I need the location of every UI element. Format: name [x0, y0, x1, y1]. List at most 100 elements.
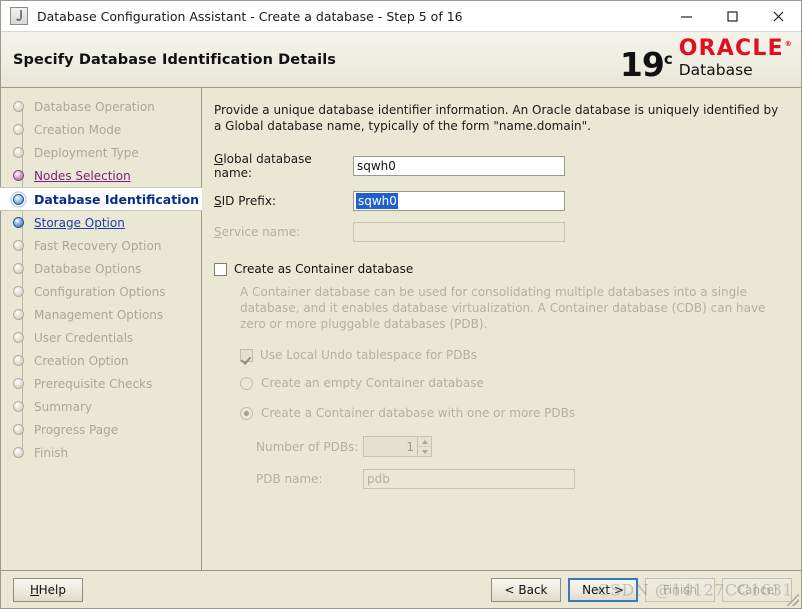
step-dot-icon [13, 309, 24, 320]
create-container-db-with-pdbs-radio [240, 406, 253, 420]
step-dot-icon [13, 240, 24, 251]
next-button-label: Next > [582, 582, 624, 597]
step-dot-icon [13, 286, 24, 297]
global-db-name-row: Global database name: [214, 152, 791, 180]
use-local-undo-label: Use Local Undo tablespace for PDBs [260, 348, 477, 362]
sidebar-item-label: User Credentials [34, 330, 134, 345]
sidebar-item-finish: Finish [1, 441, 201, 464]
sid-prefix-label: SID Prefix: [214, 194, 276, 208]
next-button[interactable]: Next > [568, 577, 638, 602]
use-local-undo-row: Use Local Undo tablespace for PDBs [240, 348, 791, 362]
sidebar-item-label: Database Identification [34, 191, 199, 207]
spinner-up-icon [418, 437, 431, 447]
wizard-step-list: Database Operation Creation Mode Deploym… [0, 88, 202, 570]
service-name-input [353, 222, 565, 242]
service-name-label-text: ervice name: [221, 225, 301, 239]
step-dot-icon [13, 378, 24, 389]
step-dot-icon [13, 147, 24, 158]
create-as-container-db-label: Create as Container database [234, 262, 414, 276]
help-button[interactable]: H Help [13, 577, 83, 602]
sidebar-item-label: Creation Mode [34, 122, 122, 137]
intro-description: Provide a unique database identifier inf… [214, 103, 779, 133]
oracle-wordmark: ORACLE [679, 37, 793, 60]
sidebar-item-database-options: Database Options [1, 257, 201, 280]
step-dot-icon [13, 263, 24, 274]
sidebar-item-creation-option: Creation Option [1, 349, 201, 372]
back-button-label: < Back [504, 582, 548, 597]
sidebar-item-fast-recovery-option: Fast Recovery Option [1, 234, 201, 257]
sidebar-item-label[interactable]: Storage Option [34, 216, 125, 230]
service-name-row: Service name: [214, 222, 791, 242]
sidebar-item-database-identification[interactable]: Database Identification [0, 187, 202, 211]
create-container-db-with-pdbs-label: Create a Container database with one or … [261, 406, 576, 420]
step-dot-icon [13, 424, 24, 435]
finish-button-label: Finish [662, 582, 698, 597]
sidebar-item-label: Configuration Options [34, 284, 166, 299]
pdb-name-row: PDB name: pdb [256, 469, 791, 489]
create-container-db-with-pdbs-row: Create a Container database with one or … [240, 406, 791, 420]
use-local-undo-checkbox [240, 348, 253, 362]
close-icon[interactable] [755, 1, 801, 32]
sid-prefix-label-text: ID Prefix: [221, 194, 276, 208]
create-as-container-db-checkbox[interactable] [214, 262, 227, 276]
window-body: Database Operation Creation Mode Deploym… [0, 88, 801, 570]
sidebar-item-label: Database Options [34, 261, 142, 276]
sidebar-item-database-operation: Database Operation [1, 95, 201, 118]
step-dot-icon [13, 124, 24, 135]
number-of-pdbs-row: Number of PDBs: 1 [256, 436, 791, 457]
create-empty-container-db-row: Create an empty Container database [240, 376, 791, 390]
brand-version-number: 19 [619, 45, 665, 85]
create-as-container-db-row[interactable]: Create as Container database [214, 262, 791, 276]
brand-version-suffix: c [663, 50, 673, 69]
number-of-pdbs-stepper: 1 [363, 436, 432, 457]
global-db-name-input[interactable] [353, 156, 565, 176]
sidebar-item-label: Creation Option [34, 353, 129, 368]
sidebar-item-management-options: Management Options [1, 303, 201, 326]
window-controls [663, 1, 801, 32]
page-title: Specify Database Identification Details [13, 51, 337, 68]
step-dot-icon [13, 193, 24, 205]
sidebar-item-deployment-type: Deployment Type [1, 141, 201, 164]
global-db-name-label: Global database name: [214, 152, 312, 180]
create-empty-container-db-radio [240, 376, 253, 390]
window-title: Database Configuration Assistant - Creat… [37, 8, 463, 24]
step-dot-icon [13, 355, 24, 366]
sid-prefix-row: SID Prefix: sqwh0 [214, 191, 791, 211]
oracle-brand-logo: 19 c ORACLE Database [619, 37, 793, 85]
sidebar-item-label: Management Options [34, 307, 164, 322]
sidebar-item-label: Deployment Type [34, 145, 139, 160]
resize-grip-icon[interactable] [787, 594, 799, 606]
container-db-note: A Container database can be used for con… [240, 285, 766, 331]
cancel-button-label: Cancel [736, 582, 778, 597]
step-dot-icon [13, 332, 24, 343]
number-of-pdbs-label: Number of PDBs: [256, 439, 359, 454]
finish-button: Finish [645, 577, 715, 602]
sidebar-item-label: Finish [34, 445, 69, 460]
step-dot-icon [13, 101, 24, 112]
sidebar-item-nodes-selection[interactable]: Nodes Selection [1, 164, 201, 187]
back-button[interactable]: < Back [491, 577, 561, 602]
sid-prefix-input[interactable]: sqwh0 [353, 191, 565, 211]
footer-button-group: < Back Next > Finish Cancel [491, 577, 792, 602]
main-content: Provide a unique database identifier inf… [202, 88, 801, 570]
service-name-label: Service name: [214, 225, 301, 239]
step-dot-icon [13, 447, 24, 458]
step-dot-icon [13, 217, 24, 228]
sidebar-item-creation-mode: Creation Mode [1, 118, 201, 141]
sidebar-item-label: Fast Recovery Option [34, 238, 162, 253]
cancel-button[interactable]: Cancel [722, 577, 792, 602]
number-of-pdbs-spin-buttons [417, 436, 432, 457]
maximize-icon[interactable] [709, 1, 755, 32]
number-of-pdbs-value: 1 [363, 436, 417, 457]
sidebar-item-storage-option[interactable]: Storage Option [1, 211, 201, 234]
sidebar-item-label: Summary [34, 399, 92, 414]
sidebar-item-progress-page: Progress Page [1, 418, 201, 441]
minimize-icon[interactable] [663, 1, 709, 32]
java-coffee-cup-icon [10, 7, 28, 25]
brand-version: 19 c [619, 45, 673, 85]
sidebar-item-label[interactable]: Nodes Selection [34, 169, 131, 183]
window-titlebar[interactable]: Database Configuration Assistant - Creat… [1, 1, 801, 32]
wizard-footer: H Help < Back Next > Finish Cancel CSDN @… [1, 570, 801, 608]
spinner-down-icon [418, 447, 431, 456]
sidebar-item-label: Prerequisite Checks [34, 376, 153, 391]
